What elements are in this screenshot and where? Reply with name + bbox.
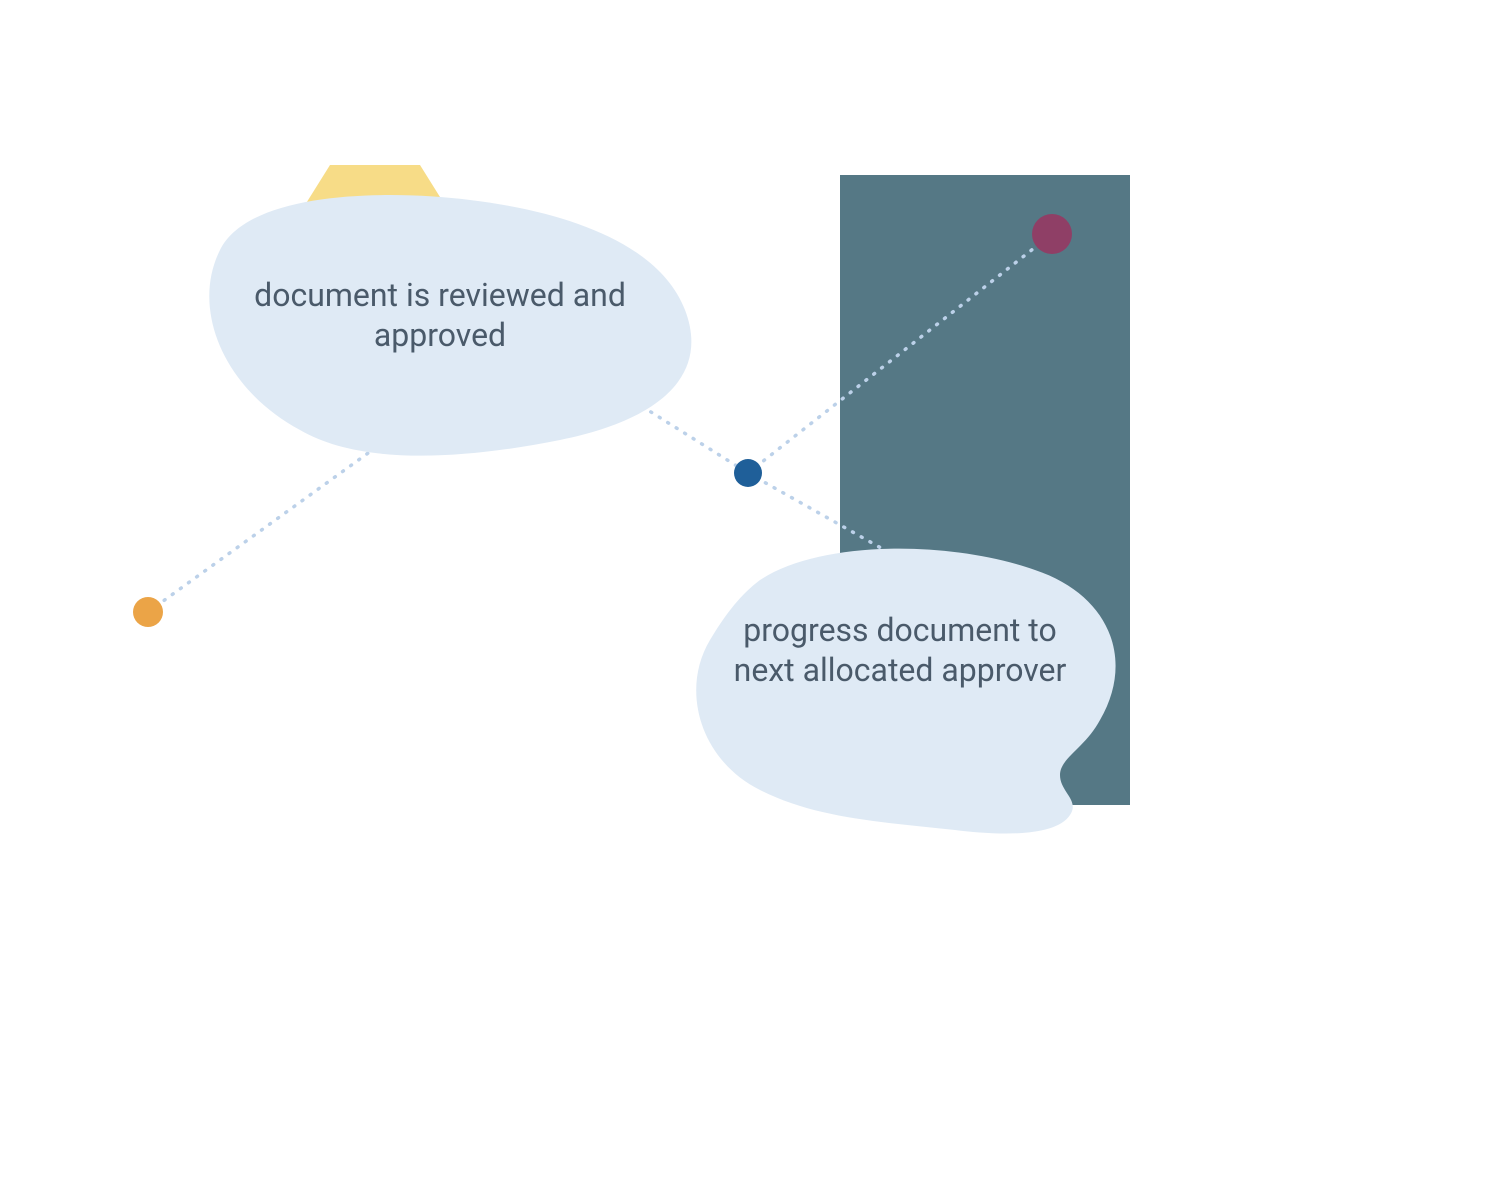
diagram-canvas: document is reviewed and approved progre… (0, 0, 1500, 1200)
node-dot-orange (133, 597, 163, 627)
connector-orange-to-top (148, 430, 400, 612)
node-dot-plum (1032, 214, 1072, 254)
blob-top (209, 195, 691, 456)
node-dot-center (734, 459, 762, 487)
diagram-svg (0, 0, 1500, 1200)
blob-bottom (696, 549, 1115, 834)
